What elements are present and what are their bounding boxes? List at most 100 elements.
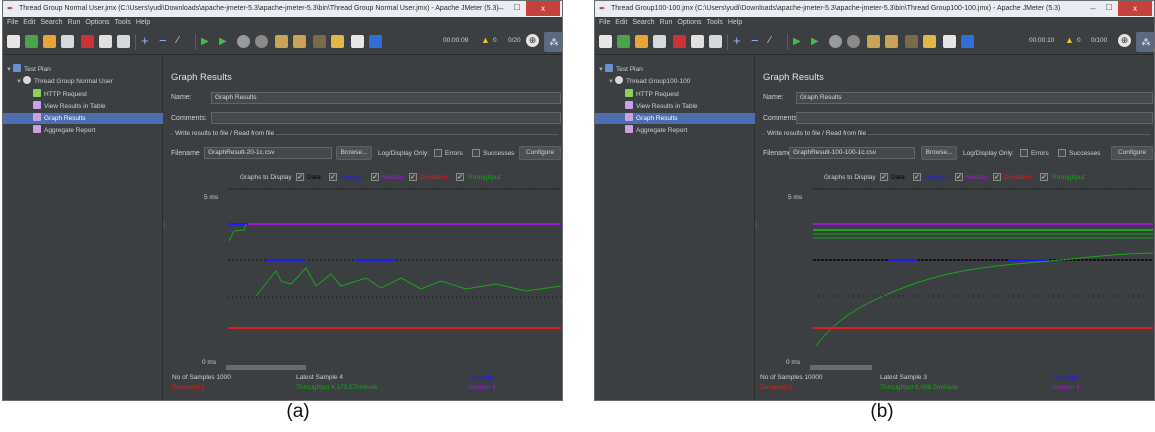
tree-label: Graph Results [636, 115, 678, 122]
collapse-icon[interactable]: − [159, 34, 172, 48]
graph-scrollbar[interactable] [226, 365, 306, 370]
paste-icon[interactable] [117, 35, 130, 48]
menu-tools[interactable]: Tools [707, 17, 723, 29]
expand-icon[interactable]: + [733, 34, 746, 48]
open-icon[interactable] [43, 35, 56, 48]
tree-thread-group[interactable]: ▼ Thread Group100-100 [595, 76, 755, 87]
close-button[interactable]: x [526, 1, 560, 16]
close-button[interactable]: x [1118, 1, 1152, 16]
minimize-button[interactable]: – [494, 2, 508, 15]
menu-help[interactable]: Help [136, 17, 150, 29]
clear-icon[interactable] [867, 35, 880, 48]
tree-item-aggregate-report[interactable]: Aggregate Report [595, 125, 755, 136]
tree-item-http-request[interactable]: HTTP Request [595, 89, 755, 100]
menu-help[interactable]: Help [728, 17, 742, 29]
menu-options[interactable]: Options [677, 17, 701, 29]
tree-item-view-results[interactable]: View Results in Table [3, 101, 163, 112]
clear-all-icon[interactable] [293, 35, 306, 48]
tree-label: Thread Group Normal User [34, 78, 113, 85]
deviation-value: Deviation 1 [760, 384, 793, 391]
clear-all-icon[interactable] [885, 35, 898, 48]
tree-label: Aggregate Report [44, 127, 96, 134]
expand-icon[interactable]: + [141, 34, 154, 48]
menu-search[interactable]: Search [632, 17, 654, 29]
log-viewer-icon[interactable]: ⁂ [1136, 32, 1154, 52]
collapse-icon[interactable]: − [751, 34, 764, 48]
warning-icon[interactable]: ▲ [481, 35, 490, 45]
cut-icon[interactable] [81, 35, 94, 48]
warning-icon[interactable]: ▲ [1065, 35, 1074, 45]
thread-count: 0/100 [1091, 37, 1108, 44]
listener-icon [33, 125, 41, 133]
tree-item-http-request[interactable]: HTTP Request [3, 89, 163, 100]
log-viewer-icon[interactable]: ⁂ [544, 32, 562, 52]
throughput-start [228, 223, 247, 242]
menu-file[interactable]: File [7, 17, 18, 29]
templates-icon[interactable] [25, 35, 38, 48]
search-icon[interactable] [313, 35, 326, 48]
average-value: Average 4 [1053, 374, 1083, 381]
function-helper-icon[interactable] [943, 35, 956, 48]
menu-tools[interactable]: Tools [115, 17, 131, 29]
toggle-icon[interactable]: ⁄ [177, 35, 190, 48]
new-icon[interactable] [599, 35, 612, 48]
listener-icon [33, 101, 41, 109]
start-icon[interactable]: ▶ [201, 35, 214, 48]
menu-file[interactable]: File [599, 17, 610, 29]
maximize-button[interactable]: ☐ [1102, 2, 1116, 15]
cut-icon[interactable] [673, 35, 686, 48]
function-helper-icon[interactable] [351, 35, 364, 48]
start-icon[interactable]: ▶ [793, 35, 806, 48]
throughput-value: Throughput 4,172.57/minute [296, 384, 378, 391]
jmeter-window-b: ✒ Thread Group100-100.jmx (C:\Users\yudi… [594, 0, 1155, 401]
tree-label: Graph Results [44, 115, 86, 122]
help-icon[interactable] [369, 35, 382, 48]
menu-options[interactable]: Options [85, 17, 109, 29]
paste-icon[interactable] [709, 35, 722, 48]
test-plan-icon [13, 64, 21, 72]
minimize-button[interactable]: – [1086, 2, 1100, 15]
start-no-pause-icon[interactable]: ▶ [811, 35, 824, 48]
clear-icon[interactable] [275, 35, 288, 48]
help-icon[interactable] [961, 35, 974, 48]
open-icon[interactable] [635, 35, 648, 48]
search-icon[interactable] [905, 35, 918, 48]
templates-icon[interactable] [617, 35, 630, 48]
menu-edit[interactable]: Edit [23, 17, 35, 29]
new-icon[interactable] [7, 35, 20, 48]
toolbar: + − ⁄ ▶ ▶ 00:00:09 ▲ 0 0/20 ⊕ ⁂ [3, 29, 562, 55]
reset-search-icon[interactable] [331, 35, 344, 48]
toggle-icon[interactable]: ⁄ [769, 35, 782, 48]
maximize-button[interactable]: ☐ [510, 2, 524, 15]
warning-count: 0 [493, 37, 497, 44]
tree-thread-group[interactable]: ▼ Thread Group Normal User [3, 76, 163, 87]
graph-scrollbar[interactable] [810, 365, 872, 370]
stop-icon[interactable] [237, 35, 250, 48]
menu-run[interactable]: Run [660, 17, 673, 29]
jmeter-feather-icon: ✒ [599, 4, 606, 13]
stop-icon[interactable] [829, 35, 842, 48]
remote-globe-icon[interactable]: ⊕ [526, 34, 539, 47]
shutdown-icon[interactable] [847, 35, 860, 48]
copy-icon[interactable] [99, 35, 112, 48]
remote-globe-icon[interactable]: ⊕ [1118, 34, 1131, 47]
save-icon[interactable] [61, 35, 74, 48]
tree-test-plan[interactable]: ▼ Test Plan [595, 64, 755, 75]
reset-search-icon[interactable] [923, 35, 936, 48]
tree-item-graph-results[interactable]: Graph Results [595, 113, 755, 124]
menu-run[interactable]: Run [68, 17, 81, 29]
tree-item-aggregate-report[interactable]: Aggregate Report [3, 125, 163, 136]
pipette-icon [625, 89, 633, 97]
menu-search[interactable]: Search [40, 17, 62, 29]
no-of-samples: No of Samples 1000 [172, 374, 231, 381]
tree-item-graph-results[interactable]: Graph Results [3, 113, 163, 124]
jmeter-feather-icon: ✒ [7, 4, 14, 13]
save-icon[interactable] [653, 35, 666, 48]
tree-item-view-results[interactable]: View Results in Table [595, 101, 755, 112]
menu-edit[interactable]: Edit [615, 17, 627, 29]
tree-label: Test Plan [24, 66, 51, 73]
start-no-pause-icon[interactable]: ▶ [219, 35, 232, 48]
copy-icon[interactable] [691, 35, 704, 48]
tree-test-plan[interactable]: ▼ Test Plan [3, 64, 163, 75]
shutdown-icon[interactable] [255, 35, 268, 48]
